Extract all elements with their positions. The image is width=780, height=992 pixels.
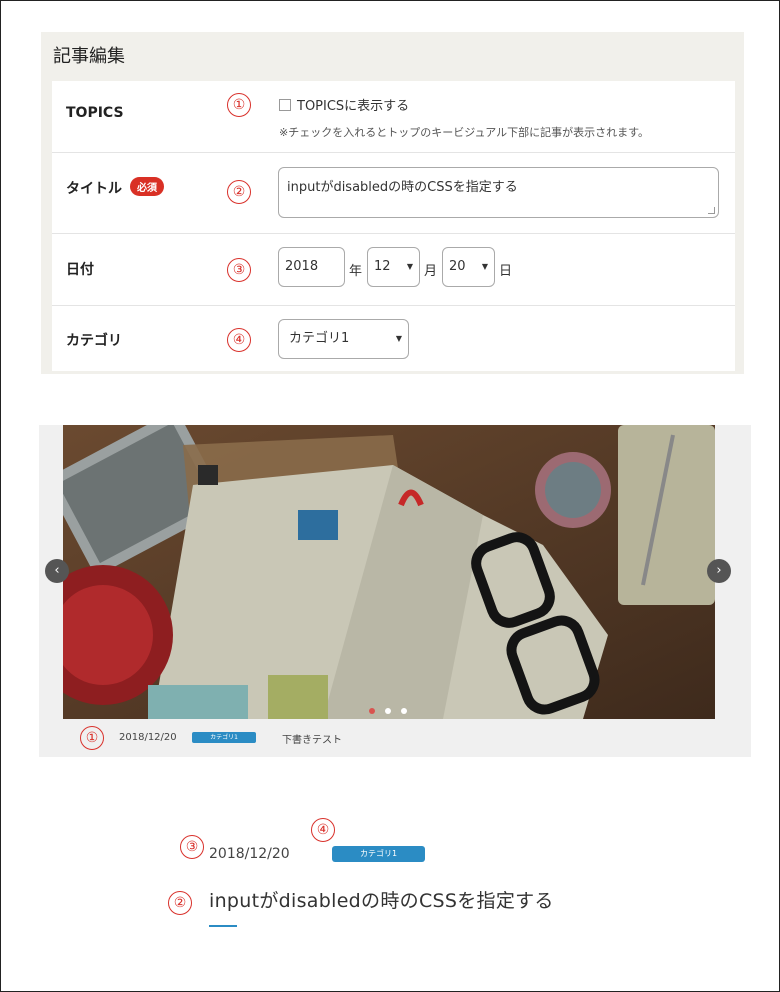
- article-edit-panel: 記事編集 TOPICS ① TOPICSに表示する ※チェックを入れるとトップの…: [41, 32, 744, 374]
- slider-next-button[interactable]: ›: [707, 559, 731, 583]
- slider-prev-button[interactable]: ‹: [45, 559, 69, 583]
- marker-3-article: ③: [180, 835, 204, 859]
- category-select[interactable]: カテゴリ1 ▼: [278, 319, 409, 359]
- chevron-down-icon: ▼: [406, 262, 413, 271]
- day-value: 20: [449, 259, 466, 274]
- desk-photo-image: [63, 425, 715, 719]
- slider-dot-1[interactable]: [369, 708, 375, 714]
- marker-2-article: ②: [168, 891, 192, 915]
- panel-title: 記事編集: [53, 46, 125, 67]
- form-row-title: タイトル 必須 ② inputがdisabledの時のCSSを指定する: [52, 153, 735, 234]
- article-title: inputがdisabledの時のCSSを指定する: [209, 890, 554, 912]
- marker-4-article: ④: [311, 818, 335, 842]
- slider-article-title[interactable]: 下書きテスト: [282, 731, 342, 746]
- slider-category-badge[interactable]: カテゴリ1: [192, 732, 256, 743]
- marker-2: ②: [227, 180, 251, 204]
- title-textarea-value: inputがdisabledの時のCSSを指定する: [287, 180, 518, 195]
- chevron-down-icon: ▼: [481, 262, 488, 271]
- form-row-category: カテゴリ ④ カテゴリ1 ▼: [52, 306, 735, 371]
- form-row-topics: TOPICS ① TOPICSに表示する ※チェックを入れるとトップのキービジュ…: [52, 81, 735, 153]
- category-label: カテゴリ: [66, 333, 122, 349]
- topics-checkbox-label[interactable]: TOPICSに表示する: [297, 95, 409, 114]
- month-select[interactable]: 12 ▼: [367, 247, 420, 287]
- slider-dot-3[interactable]: [401, 708, 407, 714]
- required-badge: 必須: [130, 177, 164, 196]
- slider-info-bar: ① 2018/12/20 カテゴリ1 下書きテスト: [39, 719, 751, 757]
- marker-1-slider: ①: [80, 726, 104, 750]
- chevron-down-icon: ▼: [395, 334, 402, 343]
- topics-slider: ‹ › ① 2018/12/20 カテゴリ1 下書きテスト: [39, 425, 751, 757]
- month-unit: 月: [424, 264, 438, 279]
- marker-3: ③: [227, 258, 251, 282]
- resize-handle-icon[interactable]: [708, 207, 715, 214]
- month-value: 12: [374, 259, 391, 274]
- form-row-date: 日付 ③ 2018 年 12 ▼ 月 20 ▼ 日: [52, 234, 735, 306]
- title-label-wrap: タイトル 必須: [66, 177, 164, 198]
- slider-date: 2018/12/20: [119, 732, 177, 743]
- topics-label: TOPICS: [66, 105, 124, 121]
- topics-note: ※チェックを入れるとトップのキービジュアル下部に記事が表示されます。: [279, 126, 650, 139]
- date-label: 日付: [66, 262, 94, 278]
- year-unit: 年: [349, 264, 363, 279]
- topics-checkbox[interactable]: [279, 99, 291, 111]
- day-select[interactable]: 20 ▼: [442, 247, 495, 287]
- title-underline: [209, 925, 237, 927]
- day-unit: 日: [499, 264, 513, 279]
- marker-4: ④: [227, 328, 251, 352]
- title-label: タイトル: [66, 181, 122, 197]
- year-value: 2018: [285, 259, 319, 274]
- article-date: 2018/12/20: [209, 846, 290, 862]
- marker-1: ①: [227, 93, 251, 117]
- title-textarea[interactable]: inputがdisabledの時のCSSを指定する: [278, 167, 719, 218]
- form-body: TOPICS ① TOPICSに表示する ※チェックを入れるとトップのキービジュ…: [52, 81, 735, 371]
- slide-image: [63, 425, 715, 719]
- slider-dot-2[interactable]: [385, 708, 391, 714]
- article-category-badge[interactable]: カテゴリ1: [332, 846, 425, 862]
- category-value: カテゴリ1: [289, 331, 350, 346]
- year-input[interactable]: 2018: [278, 247, 345, 287]
